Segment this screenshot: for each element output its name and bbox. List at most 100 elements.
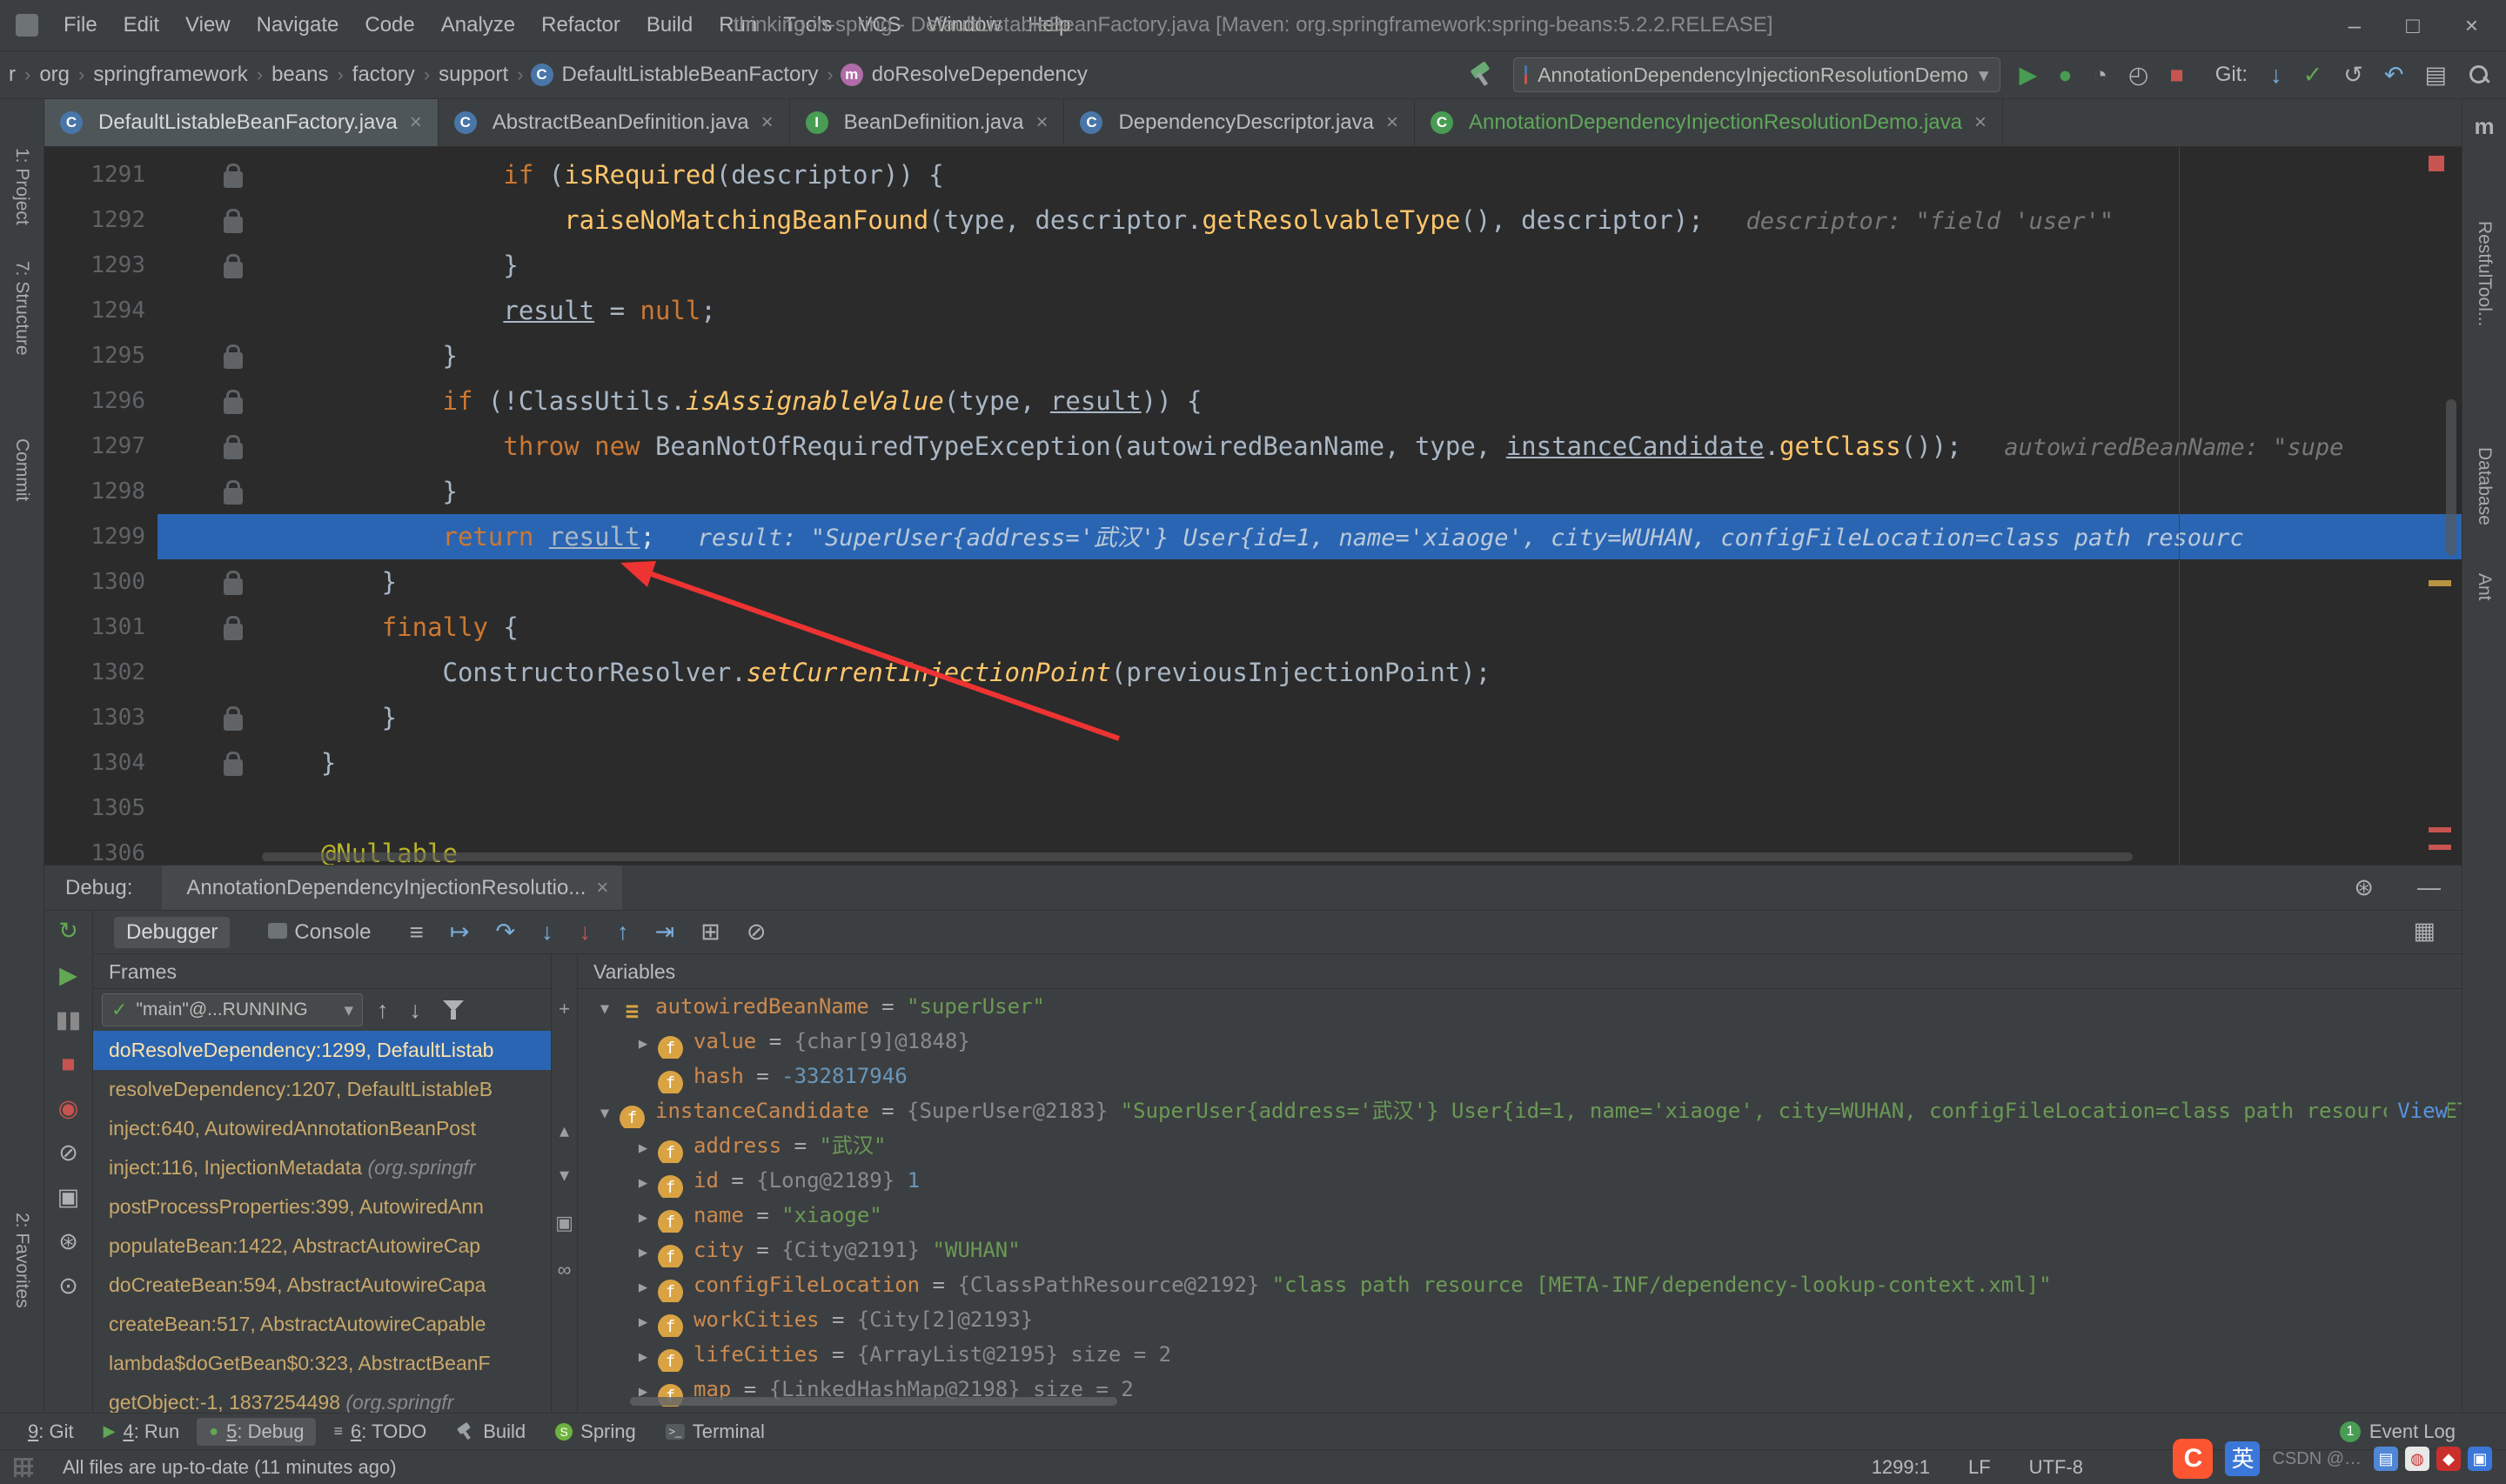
line-number[interactable]: 1301 — [44, 605, 157, 650]
code-line[interactable]: 1303 } — [44, 695, 2462, 740]
hamburger-icon[interactable]: ≡ — [409, 919, 423, 946]
toolwindow-button-9-git[interactable]: 9: Git — [16, 1418, 86, 1446]
code-editor[interactable]: 1291 if (isRequired(descriptor)) {1292 r… — [44, 147, 2462, 865]
stripe-2-favorites[interactable]: 2: Favorites — [11, 1213, 32, 1308]
frame-row[interactable]: resolveDependency:1207, DefaultListableB — [93, 1070, 551, 1109]
menu-view[interactable]: View — [172, 13, 244, 37]
debug-icon[interactable]: ● — [2058, 63, 2072, 87]
close-icon[interactable]: × — [2465, 12, 2478, 39]
tab-close-icon[interactable]: × — [1386, 110, 1398, 135]
frame-row[interactable]: inject:116, InjectionMetadata (org.sprin… — [93, 1148, 551, 1187]
resume-program-icon[interactable]: ▶ — [59, 964, 77, 987]
gutter[interactable] — [157, 605, 260, 650]
toolwindow-button-4-run[interactable]: ▶ 4: Run — [91, 1418, 192, 1446]
restore-layout-icon[interactable]: ▦ — [2413, 918, 2436, 944]
line-number[interactable]: 1300 — [44, 559, 157, 605]
variable-row[interactable]: ▶ f configFileLocation = {ClassPathResourc… — [578, 1267, 2462, 1302]
debug-settings-icon[interactable]: ⊛ — [58, 1230, 78, 1253]
layout-icon[interactable]: ▦ — [2413, 919, 2462, 945]
line-number[interactable]: 1294 — [44, 288, 157, 333]
code-line[interactable]: 1298 } — [44, 469, 2462, 514]
run-icon[interactable]: ▶ — [2020, 63, 2038, 87]
frames-variables-divider[interactable]: + ▴ ▾ ▣ ∞ — [552, 954, 578, 1413]
add-watch-icon[interactable]: + — [559, 998, 570, 1020]
line-number[interactable]: 1303 — [44, 695, 157, 740]
gutter[interactable] — [157, 650, 260, 695]
tab-close-icon[interactable]: × — [761, 110, 774, 135]
gutter[interactable] — [157, 695, 260, 740]
code-line[interactable]: 1293 } — [44, 243, 2462, 288]
settings-icon[interactable]: ⊛ — [2354, 876, 2374, 899]
file-encoding[interactable]: UTF-8 — [2029, 1456, 2083, 1479]
pause-program-icon[interactable]: ▮▮ — [56, 1008, 82, 1032]
gutter[interactable] — [157, 197, 260, 243]
frame-row[interactable]: doResolveDependency:1299, DefaultListab — [93, 1031, 551, 1070]
editor-horizontal-scrollbar[interactable] — [262, 852, 2133, 861]
stripe-database[interactable]: Database — [2474, 447, 2495, 525]
frame-row[interactable]: lambda$doGetBean$0:323, AbstractBeanF — [93, 1344, 551, 1383]
scroll-down-icon[interactable]: ▾ — [559, 1164, 569, 1187]
breadcrumb-item[interactable]: doResolveDependency — [870, 63, 1089, 87]
code-line[interactable]: 1299 return result; result: "SuperUser{a… — [44, 514, 2462, 559]
variable-row[interactable]: ▶ f lifeCities = {ArrayList@2195} size = 2 — [578, 1337, 2462, 1372]
variables-horizontal-scrollbar[interactable] — [630, 1397, 1117, 1406]
gutter[interactable] — [157, 243, 260, 288]
expand-toggle-icon[interactable]: ▶ — [628, 1235, 658, 1267]
search-everywhere-icon[interactable] — [2468, 64, 2490, 86]
stop-icon[interactable]: ■ — [2169, 63, 2183, 87]
view-breakpoints-grid-icon[interactable]: ⊞ — [700, 920, 720, 944]
expand-toggle-icon[interactable]: ▶ — [628, 1166, 658, 1198]
copy-stack-icon[interactable]: ▣ — [555, 1212, 573, 1234]
line-number[interactable]: 1305 — [44, 785, 157, 831]
tab-close-icon[interactable]: × — [410, 110, 422, 135]
variable-row[interactable]: ▼ ≡ autowiredBeanName = "superUser" — [578, 989, 2462, 1024]
expand-toggle-icon[interactable]: ▶ — [628, 1131, 658, 1163]
tab-abstractbeandefinition-java[interactable]: C AbstractBeanDefinition.java × — [439, 99, 790, 146]
expand-toggle-icon[interactable]: ▶ — [628, 1200, 658, 1233]
code-line[interactable]: 1291 if (isRequired(descriptor)) { — [44, 152, 2462, 197]
line-number[interactable]: 1298 — [44, 469, 157, 514]
variable-row[interactable]: ▶ f city = {City@2191} "WUHAN" — [578, 1233, 2462, 1267]
breadcrumb-item[interactable]: beans — [270, 63, 330, 87]
variable-row[interactable]: ▶ f name = "xiaoge" — [578, 1198, 2462, 1233]
ime-tool-icon[interactable]: ◆ — [2436, 1447, 2461, 1471]
error-stripe-mark[interactable] — [2429, 845, 2451, 850]
minimize-icon[interactable]: – — [2349, 12, 2361, 39]
shelve-icon[interactable]: ▤ — [2424, 63, 2447, 87]
tab-beandefinition-java[interactable]: I BeanDefinition.java × — [790, 99, 1065, 146]
rollback-icon[interactable]: ↶ — [2384, 63, 2404, 87]
stripe-commit[interactable]: Commit — [11, 438, 32, 501]
watch-return-values-icon[interactable]: ∞ — [558, 1259, 572, 1281]
step-out-icon[interactable]: ↑ — [617, 920, 629, 944]
line-separator[interactable]: LF — [1968, 1456, 1991, 1479]
maximize-icon[interactable]: □ — [2406, 12, 2420, 39]
rerun-debug-icon[interactable]: ↻ — [58, 919, 78, 943]
run-with-coverage-icon[interactable]: ◔ — [2094, 63, 2107, 87]
breadcrumb-item[interactable]: r — [7, 63, 17, 87]
stripe-1-project[interactable]: 1: Project — [11, 148, 32, 225]
code-line[interactable]: 1294 result = null; — [44, 288, 2462, 333]
run-to-cursor-icon[interactable]: ⇥ — [655, 920, 675, 944]
gutter[interactable] — [157, 288, 260, 333]
code-line[interactable]: 1295 } — [44, 333, 2462, 378]
expand-toggle-icon[interactable]: ▼ — [590, 992, 620, 1024]
toolwindow-button-spring[interactable]: S Spring — [543, 1418, 648, 1446]
stripe-ant[interactable]: Ant — [2474, 573, 2495, 601]
code-area[interactable]: 1291 if (isRequired(descriptor)) {1292 r… — [44, 147, 2462, 865]
debug-session-tab[interactable]: AnnotationDependencyInjectionResolutio..… — [162, 866, 623, 910]
line-number[interactable]: 1304 — [44, 740, 157, 785]
menu-analyze[interactable]: Analyze — [428, 13, 528, 37]
line-number[interactable]: 1295 — [44, 333, 157, 378]
variable-row[interactable]: ▶ f workCities = {City[2]@2193} — [578, 1302, 2462, 1337]
gutter[interactable] — [157, 740, 260, 785]
tab-dependencydescriptor-java[interactable]: C DependencyDescriptor.java × — [1064, 99, 1415, 146]
show-execution-point-icon[interactable]: ↦ — [450, 920, 470, 944]
view-breakpoints-icon[interactable]: ◉ — [58, 1097, 79, 1120]
stop-program-icon[interactable]: ■ — [61, 1053, 75, 1076]
line-number[interactable]: 1297 — [44, 424, 157, 469]
thread-dropdown[interactable]: ✓ "main"@...RUNNING ▾ — [102, 993, 363, 1026]
gutter[interactable] — [157, 831, 260, 865]
toolwindow-button-6-todo[interactable]: ≡ 6: TODO — [321, 1418, 439, 1446]
menu-navigate[interactable]: Navigate — [244, 13, 352, 37]
gutter[interactable] — [157, 559, 260, 605]
